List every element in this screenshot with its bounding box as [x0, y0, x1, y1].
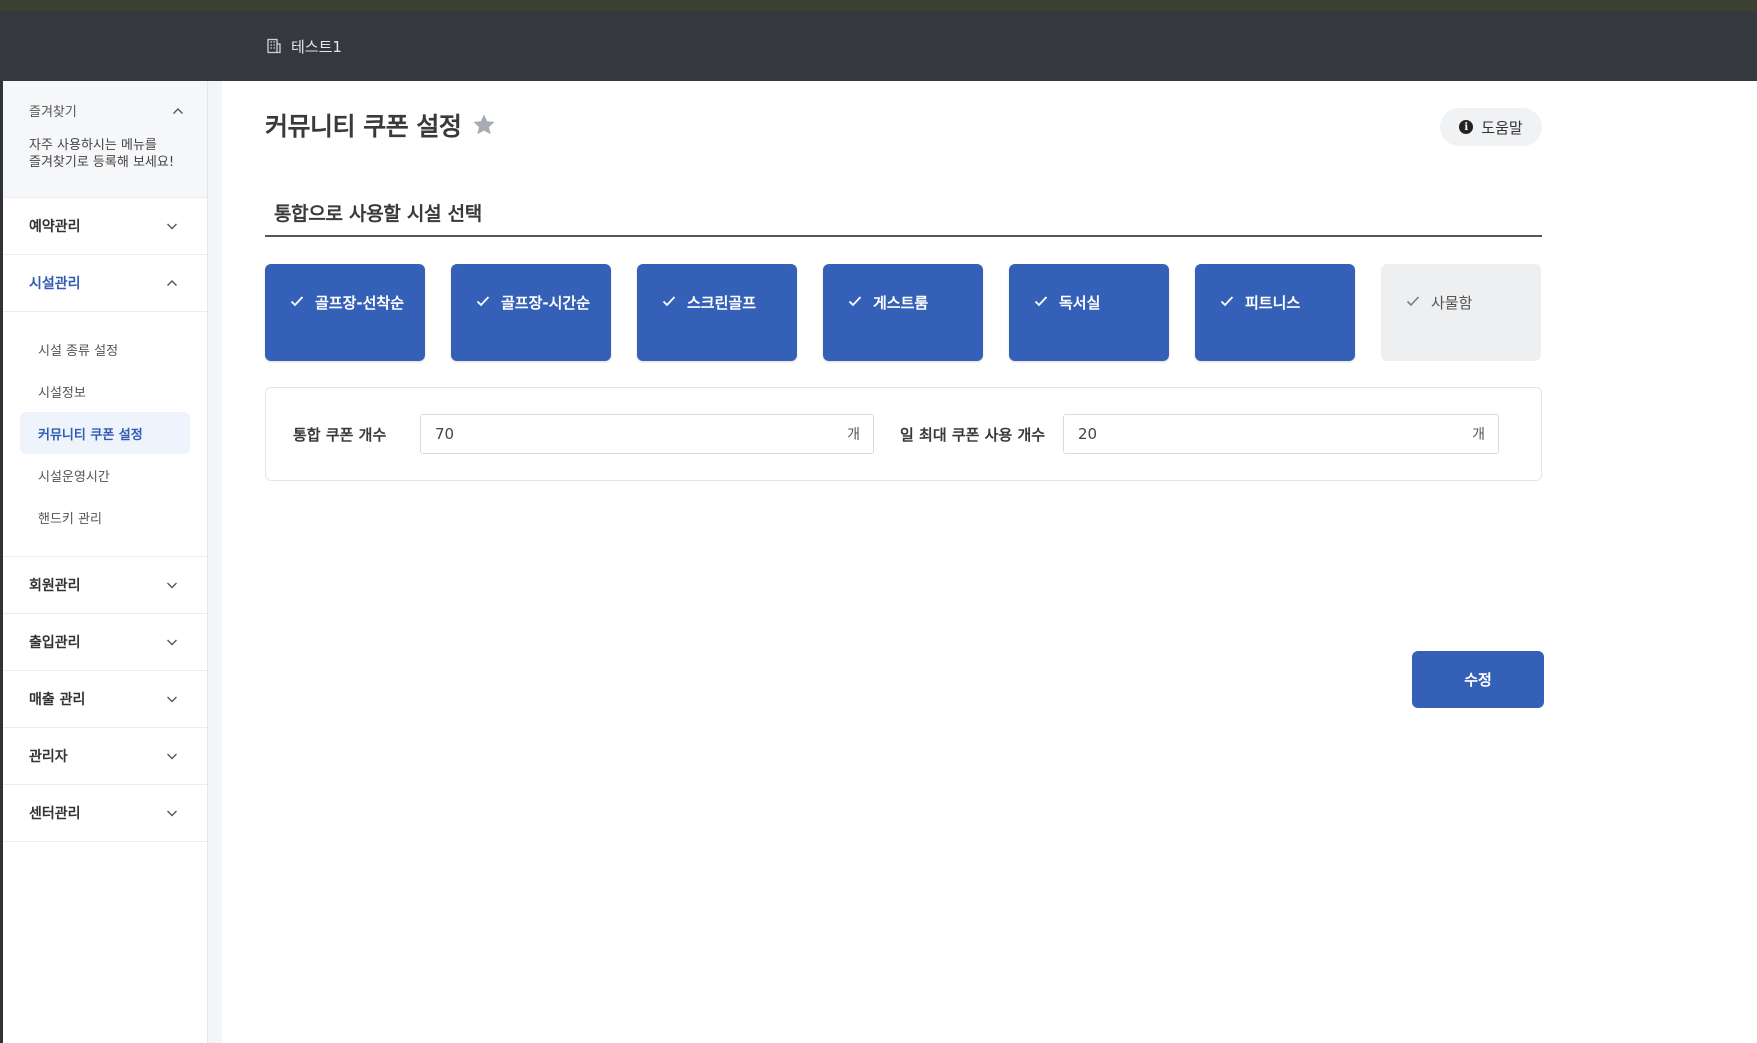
check-icon — [662, 296, 676, 307]
check-icon — [1220, 296, 1234, 307]
chevron-down-icon — [167, 223, 177, 230]
main-content: 커뮤니티 쿠폰 설정 i 도움말 통합으로 사용할 시설 선택 골프장-선착순 … — [222, 81, 1757, 1043]
chevron-down-icon — [167, 696, 177, 703]
coupon-settings-box: 통합 쿠폰 개수 70 개 일 최대 쿠폰 사용 개수 20 개 — [265, 387, 1542, 481]
favorites-panel: 즐겨찾기 자주 사용하시는 메뉴를 즐겨찾기로 등록해 보세요! — [3, 81, 207, 198]
facility-option-golf-time-order[interactable]: 골프장-시간순 — [451, 264, 611, 361]
sidebar-item-facility[interactable]: 시설관리 — [3, 255, 207, 312]
sidebar-item-label: 시설관리 — [29, 276, 81, 292]
daily-max-coupon-label: 일 최대 쿠폰 사용 개수 — [900, 425, 1046, 444]
sidebar-item-access[interactable]: 출입관리 — [3, 614, 207, 671]
sidebar-item-label: 센터관리 — [29, 806, 81, 822]
sidebar-item-sales[interactable]: 매출 관리 — [3, 671, 207, 728]
facility-label: 게스트룸 — [873, 294, 929, 312]
submenu-item-community-coupon[interactable]: 커뮤니티 쿠폰 설정 — [20, 412, 190, 454]
check-icon — [290, 296, 304, 307]
top-bar: 테스트1 — [0, 11, 1757, 81]
sidebar-item-label: 출입관리 — [29, 635, 81, 651]
facility-label: 사물함 — [1431, 294, 1473, 312]
help-label: 도움말 — [1481, 118, 1523, 137]
daily-max-coupon-value: 20 — [1078, 425, 1098, 443]
total-coupon-value: 70 — [435, 425, 455, 443]
chevron-up-icon — [167, 280, 177, 286]
page-title: 커뮤니티 쿠폰 설정 — [265, 112, 462, 141]
sidebar-item-reservation[interactable]: 예약관리 — [3, 198, 207, 255]
favorites-title: 즐겨찾기 — [29, 105, 77, 120]
title-row: 커뮤니티 쿠폰 설정 — [265, 107, 497, 143]
facility-option-golf-first-come[interactable]: 골프장-선착순 — [265, 264, 425, 361]
facility-label: 골프장-시간순 — [501, 294, 591, 312]
sidebar: 즐겨찾기 자주 사용하시는 메뉴를 즐겨찾기로 등록해 보세요! 예약관리 시설… — [3, 81, 208, 1043]
submit-button[interactable]: 수정 — [1412, 651, 1544, 708]
total-coupon-label: 통합 쿠폰 개수 — [293, 425, 387, 444]
submenu-item-facility-type[interactable]: 시설 종류 설정 — [20, 328, 190, 370]
sidebar-item-label: 매출 관리 — [29, 692, 86, 708]
sidebar-item-center[interactable]: 센터관리 — [3, 785, 207, 842]
total-coupon-input[interactable]: 70 개 — [420, 414, 874, 454]
sidebar-item-members[interactable]: 회원관리 — [3, 557, 207, 614]
site-selector[interactable]: 테스트1 — [266, 36, 342, 57]
section-title: 통합으로 사용할 시설 선택 — [265, 199, 1542, 237]
submenu-item-facility-info[interactable]: 시설정보 — [20, 370, 190, 412]
facility-submenu: 시설 종류 설정 시설정보 커뮤니티 쿠폰 설정 시설운영시간 핸드키 관리 — [3, 312, 207, 557]
facility-option-reading-room[interactable]: 독서실 — [1009, 264, 1169, 361]
sidebar-item-label: 예약관리 — [29, 219, 81, 235]
help-button[interactable]: i 도움말 — [1440, 108, 1542, 146]
facility-option-screen-golf[interactable]: 스크린골프 — [637, 264, 797, 361]
sidebar-item-label: 관리자 — [29, 749, 68, 765]
facility-selector: 골프장-선착순 골프장-시간순 스크린골프 게스트룸 독서실 피트니스 사물함 — [265, 264, 1541, 361]
favorites-hint: 자주 사용하시는 메뉴를 즐겨찾기로 등록해 보세요! — [29, 138, 175, 170]
chevron-down-icon — [167, 639, 177, 646]
info-icon: i — [1459, 120, 1474, 134]
submenu-item-operating-hours[interactable]: 시설운영시간 — [20, 454, 190, 496]
chevron-up-icon[interactable] — [171, 104, 185, 118]
facility-label: 스크린골프 — [687, 294, 757, 312]
facility-option-fitness[interactable]: 피트니스 — [1195, 264, 1355, 361]
sidebar-item-admin[interactable]: 관리자 — [3, 728, 207, 785]
facility-option-guest-room[interactable]: 게스트룸 — [823, 264, 983, 361]
submenu-item-handkey[interactable]: 핸드키 관리 — [20, 496, 190, 538]
facility-option-locker[interactable]: 사물함 — [1381, 264, 1541, 361]
facility-label: 골프장-선착순 — [315, 294, 405, 312]
unit-label: 개 — [847, 427, 860, 443]
site-name: 테스트1 — [291, 37, 342, 56]
check-icon — [476, 296, 490, 307]
facility-label: 피트니스 — [1245, 294, 1301, 312]
unit-label: 개 — [1472, 427, 1485, 443]
facility-label: 독서실 — [1059, 294, 1101, 312]
check-icon — [1034, 296, 1048, 307]
favorites-header[interactable]: 즐겨찾기 — [29, 101, 185, 120]
chevron-down-icon — [167, 810, 177, 817]
daily-max-coupon-input[interactable]: 20 개 — [1063, 414, 1499, 454]
window-top-strip — [0, 0, 1757, 11]
chevron-down-icon — [167, 753, 177, 760]
star-icon[interactable] — [471, 112, 497, 138]
chevron-down-icon — [167, 582, 177, 589]
check-icon — [848, 296, 862, 307]
building-icon — [267, 38, 281, 54]
sidebar-item-label: 회원관리 — [29, 578, 81, 594]
check-icon — [1406, 296, 1420, 307]
